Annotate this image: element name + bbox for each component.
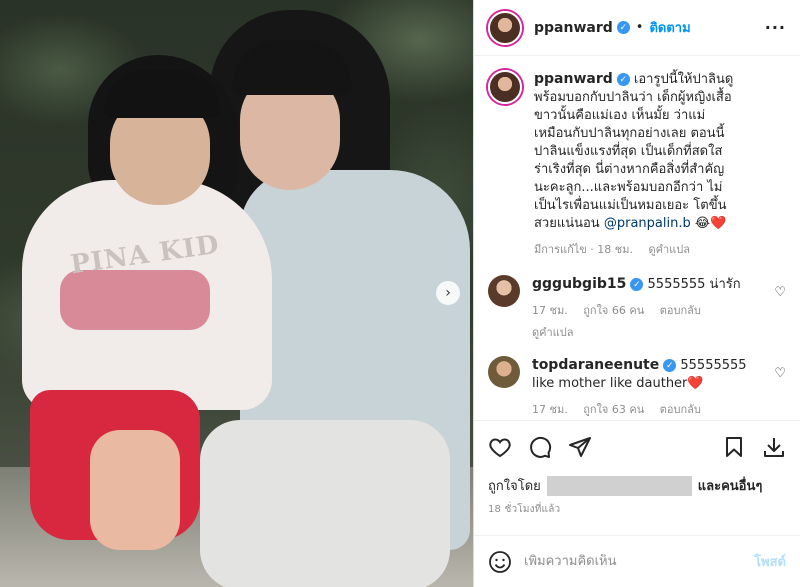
- post-comment-button[interactable]: โพสต์: [754, 551, 786, 572]
- comment-body: gggubgib15 ✓ 5555555 น่ารัก 17 ชม. ถูกใจ …: [532, 275, 762, 342]
- more-icon[interactable]: ···: [765, 18, 786, 37]
- heart-icon[interactable]: ♡: [774, 285, 786, 300]
- verified-icon: ✓: [616, 21, 630, 34]
- liked-by: ถูกใจโดย และคนอื่นๆ: [488, 475, 786, 496]
- follow-button[interactable]: ติดตาม: [649, 17, 690, 38]
- header-username[interactable]: ppanward: [534, 20, 613, 36]
- heart-icon[interactable]: ♡: [774, 366, 786, 381]
- comment-meta: 17 ชม. ถูกใจ 63 คน ตอบกลับ: [532, 401, 762, 419]
- download-icon[interactable]: [762, 435, 786, 459]
- comment-input[interactable]: [524, 554, 743, 569]
- comments-list[interactable]: ppanward ✓ เอารูปนี้ให้ปาลินดู พร้อมบอกกั…: [474, 56, 800, 420]
- post-dialog: PINA KID › ppanward ✓ • ติดตาม ··· ppanw…: [0, 0, 800, 587]
- edited-label: มีการแก้ไข · 18 ชม.: [534, 243, 633, 256]
- liked-by-prefix: ถูกใจโดย: [488, 479, 541, 494]
- mention-link[interactable]: @pranpalin.b: [604, 216, 691, 231]
- photo-shirt-print: [60, 270, 210, 330]
- avatar[interactable]: [488, 10, 522, 45]
- liked-by-user-redacted[interactable]: [546, 475, 692, 496]
- list-item: topdaraneenute ✓ 55555555 like mother lik…: [488, 356, 786, 419]
- caption-username[interactable]: ppanward: [534, 71, 613, 87]
- chevron-right-icon[interactable]: ›: [436, 281, 460, 305]
- post-header: ppanward ✓ • ติดตาม ···: [474, 0, 800, 56]
- photo-person-left-leg: [90, 430, 180, 550]
- comment-time[interactable]: 17 ชม.: [532, 403, 568, 416]
- add-comment-bar: โพสต์: [474, 535, 800, 587]
- caption: ppanward ✓ เอารูปนี้ให้ปาลินดู พร้อมบอกกั…: [488, 70, 786, 259]
- verified-icon: ✓: [630, 278, 644, 291]
- comment-username[interactable]: topdaraneenute: [532, 357, 659, 373]
- share-icon[interactable]: [568, 435, 592, 459]
- bookmark-icon[interactable]: [722, 435, 746, 459]
- action-icons: [488, 427, 786, 467]
- list-item: gggubgib15 ✓ 5555555 น่ารัก 17 ชม. ถูกใจ …: [488, 275, 786, 342]
- translate-link[interactable]: ดูคำแปล: [532, 326, 574, 339]
- post-timestamp[interactable]: 18 ชั่วโมงที่แล้ว: [488, 502, 786, 517]
- caption-emoji: 😂❤️: [694, 216, 727, 231]
- caption-meta: มีการแก้ไข · 18 ชม. ดูคำแปล: [534, 241, 786, 259]
- reply-button[interactable]: ตอบกลับ: [660, 403, 701, 416]
- heart-icon[interactable]: [488, 435, 512, 459]
- post-side-panel: ppanward ✓ • ติดตาม ··· ppanward ✓ เอารูป…: [473, 0, 800, 587]
- comment-text: 5555555 น่ารัก: [647, 277, 741, 292]
- comment-likes[interactable]: ถูกใจ 66 คน: [583, 304, 644, 317]
- post-photo[interactable]: PINA KID ›: [0, 0, 473, 587]
- photo-person-right-pants: [200, 420, 450, 587]
- comment-time[interactable]: 17 ชม.: [532, 304, 568, 317]
- verified-icon: ✓: [616, 73, 630, 86]
- comment-text-line2: like mother like dauther❤️: [532, 376, 704, 391]
- verified-icon: ✓: [663, 359, 677, 372]
- translate-link[interactable]: ดูคำแปล: [649, 243, 691, 256]
- avatar[interactable]: [488, 275, 520, 307]
- photo-person-left-bangs: [104, 70, 220, 118]
- comment-username[interactable]: gggubgib15: [532, 276, 626, 292]
- emoji-icon[interactable]: [488, 550, 512, 574]
- caption-text: เอารูปนี้ให้ปาลินดู พร้อมบอกกับปาลินว่า …: [534, 72, 734, 231]
- post-actions: ถูกใจโดย และคนอื่นๆ 18 ชั่วโมงที่แล้ว: [474, 420, 800, 517]
- comment-meta: 17 ชม. ถูกใจ 66 คน ตอบกลับ ดูคำแปล: [532, 302, 762, 342]
- comment-likes[interactable]: ถูกใจ 63 คน: [583, 403, 644, 416]
- separator-dot: •: [635, 20, 644, 35]
- avatar[interactable]: [488, 70, 522, 104]
- comment-body: topdaraneenute ✓ 55555555 like mother lik…: [532, 356, 762, 419]
- avatar[interactable]: [488, 356, 520, 388]
- liked-by-others[interactable]: และคนอื่นๆ: [698, 475, 763, 496]
- comment-text: 55555555: [680, 358, 747, 373]
- reply-button[interactable]: ตอบกลับ: [660, 304, 701, 317]
- comment-icon[interactable]: [528, 435, 552, 459]
- caption-body: ppanward ✓ เอารูปนี้ให้ปาลินดู พร้อมบอกกั…: [534, 70, 786, 259]
